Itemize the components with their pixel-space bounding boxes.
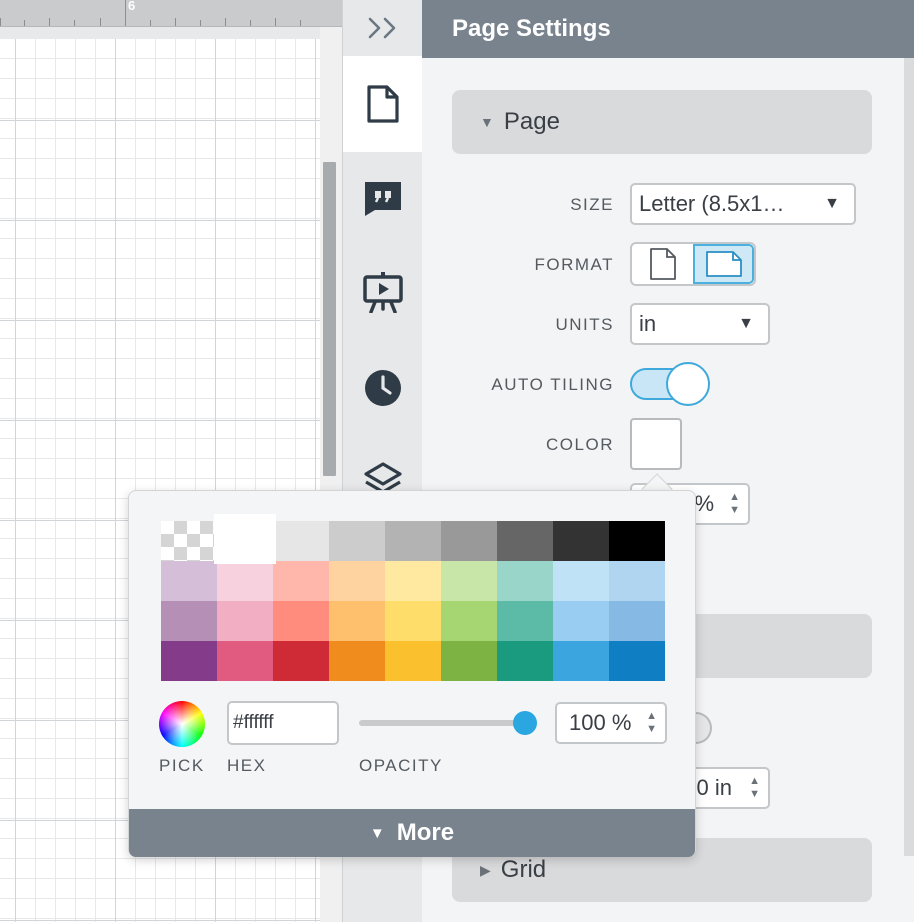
auto-tiling-toggle[interactable] xyxy=(630,362,710,406)
panel-scrollbar[interactable] xyxy=(904,58,914,856)
color-swatch[interactable] xyxy=(329,561,385,601)
size-label: SIZE xyxy=(570,195,614,214)
color-swatch[interactable] xyxy=(161,601,217,641)
double-chevron-right-icon xyxy=(368,17,396,39)
page-color-swatch[interactable] xyxy=(630,418,682,470)
section-grid-label: Grid xyxy=(500,856,547,883)
horizontal-ruler: 6 xyxy=(0,0,342,27)
color-wheel-icon[interactable] xyxy=(159,701,205,747)
page-opacity-value: % xyxy=(694,491,714,516)
color-swatch[interactable] xyxy=(273,601,329,641)
dropdown-arrow-icon: ▼ xyxy=(824,195,840,212)
clock-icon xyxy=(365,370,401,406)
swatch-transparent[interactable] xyxy=(161,521,217,561)
color-swatch[interactable] xyxy=(273,641,329,681)
ruler-spacer xyxy=(0,27,342,39)
color-swatch[interactable] xyxy=(385,521,441,561)
color-swatch[interactable] xyxy=(441,641,497,681)
units-label: UNITS xyxy=(555,315,614,334)
color-swatch[interactable] xyxy=(553,641,609,681)
panel-title: Page Settings xyxy=(452,15,611,42)
vertical-scrollbar-thumb[interactable] xyxy=(323,162,336,476)
size-value: Letter (8.5x1… xyxy=(639,191,785,216)
caret-right-icon: ▶ xyxy=(480,861,491,878)
color-swatch[interactable] xyxy=(329,521,385,561)
stepper-arrows-icon: ▲ ▼ xyxy=(729,491,740,516)
format-landscape-button[interactable] xyxy=(693,244,754,284)
units-value: in xyxy=(639,311,657,336)
color-swatch[interactable] xyxy=(217,641,273,681)
quote-icon xyxy=(365,182,401,216)
rail-item-page[interactable] xyxy=(343,56,423,152)
rail-item-history[interactable] xyxy=(343,340,423,436)
color-swatch[interactable] xyxy=(329,641,385,681)
color-picker-popover: PICK HEX OPACITY 100 % ▲▼ ▼ More xyxy=(128,490,696,857)
color-swatch[interactable] xyxy=(441,601,497,641)
color-swatch[interactable] xyxy=(161,641,217,681)
hex-input[interactable] xyxy=(227,701,339,745)
color-swatch[interactable] xyxy=(497,601,553,641)
more-label: More xyxy=(396,819,455,846)
auto-tiling-label: AUTO TILING xyxy=(491,375,614,394)
color-swatch[interactable] xyxy=(553,521,609,561)
color-swatch[interactable] xyxy=(273,561,329,601)
color-swatch[interactable] xyxy=(273,521,329,561)
rail-item-comments[interactable] xyxy=(343,150,423,246)
units-select[interactable]: in ▼ xyxy=(630,303,770,345)
color-swatch[interactable] xyxy=(441,521,497,561)
ruler-label: 6 xyxy=(128,0,136,13)
color-swatch[interactable] xyxy=(385,601,441,641)
size-select[interactable]: Letter (8.5x1… ▼ xyxy=(630,183,856,225)
color-swatch[interactable] xyxy=(553,561,609,601)
opacity-label: OPACITY xyxy=(359,756,443,775)
collapse-panel-button[interactable] xyxy=(343,0,423,56)
page-icon xyxy=(367,85,399,123)
opacity-slider[interactable] xyxy=(359,711,539,735)
margin-value: 0 in xyxy=(696,775,732,800)
color-swatch-selected[interactable] xyxy=(217,517,273,561)
stepper-arrows-icon: ▲ ▼ xyxy=(646,710,657,735)
color-swatch[interactable] xyxy=(385,561,441,601)
color-swatch[interactable] xyxy=(609,521,665,561)
hex-label: HEX xyxy=(227,756,267,775)
opacity-slider-track xyxy=(359,720,529,726)
color-label: COLOR xyxy=(546,435,614,454)
color-swatch[interactable] xyxy=(441,561,497,601)
section-page-label: Page xyxy=(503,108,560,135)
color-swatch[interactable] xyxy=(161,561,217,601)
format-label: FORMAT xyxy=(534,255,614,274)
caret-down-icon: ▼ xyxy=(369,824,385,842)
color-swatch[interactable] xyxy=(609,601,665,641)
color-swatch[interactable] xyxy=(385,641,441,681)
rail-item-presentation[interactable] xyxy=(343,244,423,340)
color-swatch[interactable] xyxy=(329,601,385,641)
color-palette xyxy=(161,517,665,681)
color-swatch[interactable] xyxy=(553,601,609,641)
stepper-arrows-icon: ▲ ▼ xyxy=(749,775,760,800)
color-swatch[interactable] xyxy=(497,561,553,601)
section-page-header[interactable]: ▼ Page xyxy=(452,90,872,154)
opacity-stepper[interactable]: 100 % ▲ ▼ xyxy=(555,702,667,744)
color-swatch[interactable] xyxy=(609,561,665,601)
color-swatch[interactable] xyxy=(217,561,273,601)
color-swatch[interactable] xyxy=(497,641,553,681)
panel-header: Page Settings xyxy=(422,0,914,58)
landscape-page-icon xyxy=(705,251,742,277)
opacity-value: 100 % xyxy=(569,710,632,735)
portrait-page-icon xyxy=(649,248,676,280)
presentation-icon xyxy=(363,272,403,313)
color-swatch[interactable] xyxy=(609,641,665,681)
dropdown-arrow-icon: ▼ xyxy=(738,315,754,332)
caret-down-icon: ▼ xyxy=(480,114,494,130)
color-swatch[interactable] xyxy=(497,521,553,561)
pick-label: PICK xyxy=(159,756,205,775)
opacity-slider-knob[interactable] xyxy=(513,711,537,735)
format-portrait-button[interactable] xyxy=(632,244,693,284)
format-toggle-group xyxy=(630,242,756,286)
more-button[interactable]: ▼ More xyxy=(129,809,695,857)
color-swatch[interactable] xyxy=(217,601,273,641)
